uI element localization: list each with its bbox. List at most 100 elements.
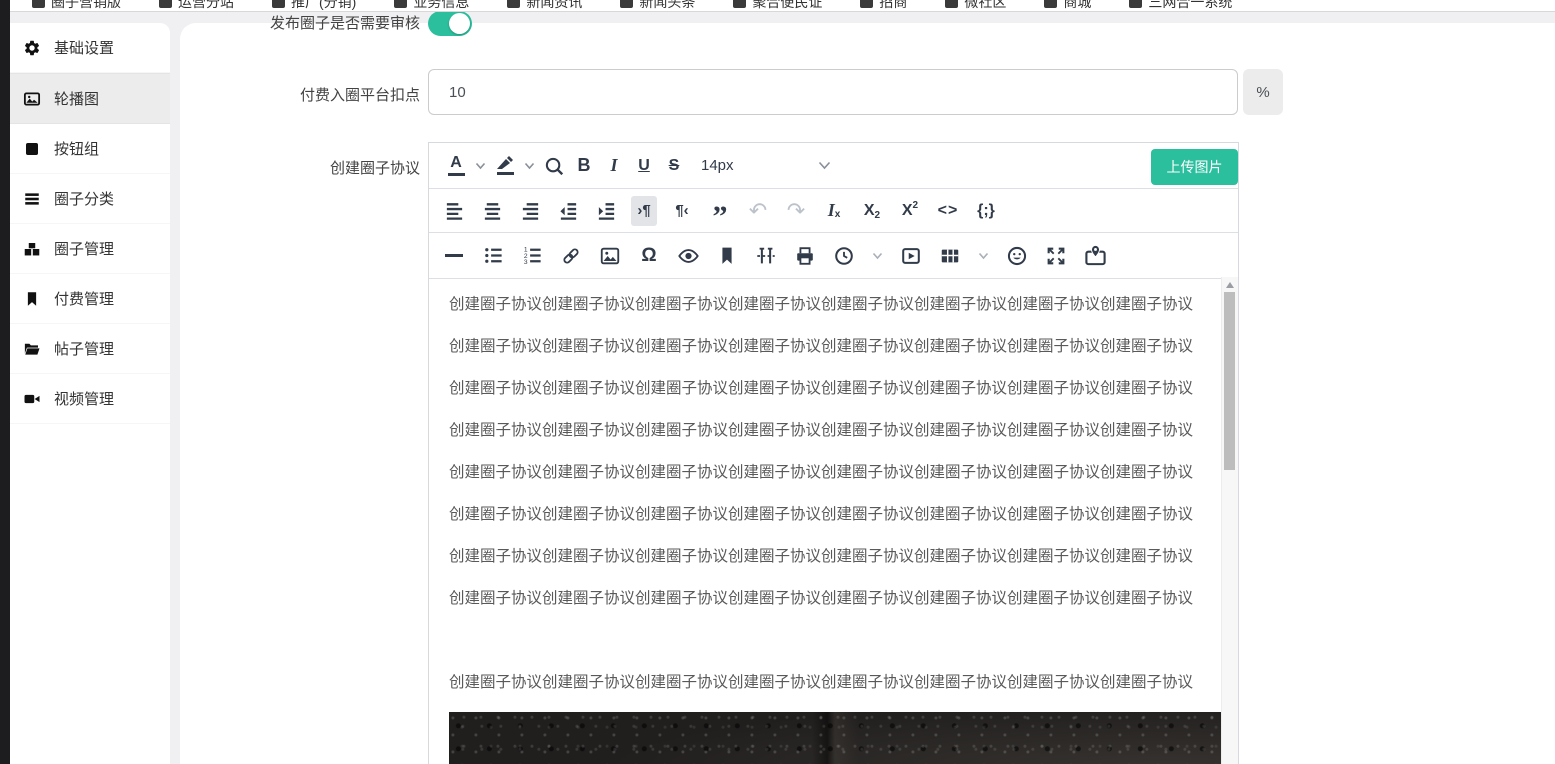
editor-paragraph[interactable]: 创建圈子协议创建圈子协议创建圈子协议创建圈子协议创建圈子协议创建圈子协议创建圈子… bbox=[449, 586, 1214, 612]
admin-screen: 圈子营销版 运营分站 推广(分销) 业务信息 新闻资讯 新闻头条 聚合便民证 招… bbox=[0, 0, 1555, 764]
print-button[interactable] bbox=[792, 241, 818, 271]
editor-toolbar-3: 123 Ω bbox=[429, 233, 1238, 279]
outdent-button[interactable] bbox=[555, 196, 581, 226]
chevron-down-icon[interactable] bbox=[475, 162, 486, 170]
sidebar-item-circle-category[interactable]: 圈子分类 bbox=[10, 174, 170, 224]
list-bars-icon bbox=[23, 190, 41, 208]
sidebar-item-label: 帖子管理 bbox=[54, 341, 115, 358]
bookmark-icon bbox=[23, 290, 41, 308]
datetime-button[interactable] bbox=[831, 241, 857, 271]
nav-item-1[interactable]: 运营分站 bbox=[159, 0, 234, 11]
nav-item-5[interactable]: 新闻头条 bbox=[620, 0, 695, 11]
nav-item-0[interactable]: 圈子营销版 bbox=[32, 0, 121, 11]
clear-format-button[interactable]: Ix bbox=[821, 196, 847, 226]
editor-scrollbar[interactable] bbox=[1221, 277, 1238, 764]
fullscreen-button[interactable] bbox=[1043, 241, 1069, 271]
chevron-down-icon[interactable] bbox=[524, 162, 535, 170]
numbered-list-icon: 123 bbox=[523, 247, 541, 266]
deduction-input[interactable] bbox=[428, 69, 1238, 115]
preview-eye-icon bbox=[677, 248, 699, 263]
sidebar-item-video-management[interactable]: 视频管理 bbox=[10, 374, 170, 424]
emoji-button[interactable] bbox=[1004, 241, 1030, 271]
deduction-label: 付费入圈平台扣点 bbox=[299, 87, 420, 104]
nav-label: 新闻头条 bbox=[639, 0, 696, 10]
nav-item-6[interactable]: 聚合便民证 bbox=[733, 0, 822, 11]
nav-item-2[interactable]: 推广(分销) bbox=[272, 0, 356, 11]
insert-video-button[interactable] bbox=[898, 241, 924, 271]
table-button[interactable] bbox=[937, 241, 963, 271]
sidebar-item-button-group[interactable]: 按钮组 bbox=[10, 124, 170, 174]
indent-button[interactable] bbox=[593, 196, 619, 226]
insert-image-button[interactable] bbox=[597, 241, 623, 271]
code-block-button[interactable]: {;} bbox=[973, 196, 999, 226]
blockquote-button[interactable]: ” bbox=[707, 196, 733, 233]
preview-button[interactable] bbox=[675, 241, 701, 271]
nav-icon bbox=[860, 0, 874, 8]
sidebar-item-post-management[interactable]: 帖子管理 bbox=[10, 324, 170, 374]
upload-image-button[interactable]: 上传图片 bbox=[1151, 149, 1238, 185]
undo-button[interactable]: ↶ bbox=[745, 196, 771, 226]
anchor-bookmark-button[interactable] bbox=[714, 241, 740, 271]
ltr-paragraph-button[interactable]: ›¶ bbox=[631, 195, 657, 226]
strikethrough-button[interactable]: S bbox=[661, 151, 687, 181]
editor-paragraph[interactable] bbox=[449, 628, 1214, 654]
svg-text:3: 3 bbox=[523, 259, 527, 266]
search-button[interactable] bbox=[541, 151, 567, 181]
editor-paragraph[interactable]: 创建圈子协议创建圈子协议创建圈子协议创建圈子协议创建圈子协议创建圈子协议创建圈子… bbox=[449, 376, 1214, 402]
scrollbar-up-arrow-icon[interactable] bbox=[1226, 282, 1234, 288]
horizontal-rule-button[interactable] bbox=[441, 241, 467, 271]
audit-toggle-switch[interactable] bbox=[428, 11, 472, 36]
font-color-button[interactable]: A bbox=[443, 151, 469, 181]
content-image-dark-texture[interactable] bbox=[449, 712, 1221, 764]
sidebar-item-carousel[interactable]: 轮播图 bbox=[10, 73, 170, 124]
italic-button[interactable]: I bbox=[601, 151, 627, 181]
editor-paragraphs: 创建圈子协议创建圈子协议创建圈子协议创建圈子协议创建圈子协议创建圈子协议创建圈子… bbox=[449, 292, 1214, 696]
blockquote-icon: ” bbox=[712, 199, 728, 233]
nav-item-8[interactable]: 微社区 bbox=[945, 0, 1006, 11]
sidebar-item-payment-management[interactable]: 付费管理 bbox=[10, 274, 170, 324]
bold-button[interactable]: B bbox=[571, 151, 597, 181]
underline-button[interactable]: U bbox=[631, 151, 657, 181]
editor-content[interactable]: 创建圈子协议创建圈子协议创建圈子协议创建圈子协议创建圈子协议创建圈子协议创建圈子… bbox=[429, 277, 1222, 764]
editor-paragraph[interactable]: 创建圈子协议创建圈子协议创建圈子协议创建圈子协议创建圈子协议创建圈子协议创建圈子… bbox=[449, 670, 1214, 696]
nav-item-10[interactable]: 三网合一系统 bbox=[1129, 0, 1232, 11]
editor-paragraph[interactable]: 创建圈子协议创建圈子协议创建圈子协议创建圈子协议创建圈子协议创建圈子协议创建圈子… bbox=[449, 502, 1214, 528]
redo-icon: ↷ bbox=[786, 197, 806, 223]
location-map-button[interactable] bbox=[1082, 241, 1108, 271]
chevron-down-icon[interactable] bbox=[872, 252, 883, 260]
chevron-down-icon[interactable] bbox=[978, 252, 989, 260]
redo-button[interactable]: ↷ bbox=[783, 196, 809, 226]
editor-paragraph[interactable]: 创建圈子协议创建圈子协议创建圈子协议创建圈子协议创建圈子协议创建圈子协议创建圈子… bbox=[449, 292, 1214, 318]
nav-item-3[interactable]: 业务信息 bbox=[394, 0, 469, 11]
editor-paragraph[interactable]: 创建圈子协议创建圈子协议创建圈子协议创建圈子协议创建圈子协议创建圈子协议创建圈子… bbox=[449, 544, 1214, 570]
align-left-button[interactable] bbox=[441, 196, 467, 226]
nav-item-7[interactable]: 招商 bbox=[860, 0, 907, 11]
sidebar-item-circle-management[interactable]: 圈子管理 bbox=[10, 224, 170, 274]
scrollbar-thumb[interactable] bbox=[1224, 292, 1235, 470]
nav-label: 圈子营销版 bbox=[51, 0, 121, 10]
location-map-icon bbox=[1084, 244, 1106, 266]
button-square-icon bbox=[23, 140, 41, 158]
inline-code-button[interactable]: <> bbox=[935, 196, 961, 226]
font-size-value: 14px bbox=[701, 157, 734, 174]
bullet-list-button[interactable] bbox=[480, 241, 506, 271]
subscript-button[interactable]: X2 bbox=[859, 196, 885, 226]
page-break-button[interactable] bbox=[753, 241, 779, 271]
nav-item-9[interactable]: 商城 bbox=[1044, 0, 1091, 11]
nav-item-4[interactable]: 新闻资讯 bbox=[507, 0, 582, 11]
editor-paragraph[interactable]: 创建圈子协议创建圈子协议创建圈子协议创建圈子协议创建圈子协议创建圈子协议创建圈子… bbox=[449, 460, 1214, 486]
editor-paragraph[interactable]: 创建圈子协议创建圈子协议创建圈子协议创建圈子协议创建圈子协议创建圈子协议创建圈子… bbox=[449, 334, 1214, 360]
sidebar-item-basic-settings[interactable]: 基础设置 bbox=[10, 23, 170, 73]
nav-label: 推广(分销) bbox=[291, 0, 357, 10]
align-center-button[interactable] bbox=[479, 196, 505, 226]
highlight-pen-button[interactable] bbox=[492, 151, 518, 181]
link-button[interactable] bbox=[558, 241, 584, 271]
editor-paragraph[interactable]: 创建圈子协议创建圈子协议创建圈子协议创建圈子协议创建圈子协议创建圈子协议创建圈子… bbox=[449, 418, 1214, 444]
font-size-select[interactable]: 14px bbox=[701, 157, 833, 174]
special-char-button[interactable]: Ω bbox=[636, 241, 662, 271]
rtl-paragraph-button[interactable]: ¶‹ bbox=[669, 196, 695, 226]
numbered-list-button[interactable]: 123 bbox=[519, 241, 545, 271]
align-right-button[interactable] bbox=[517, 196, 543, 226]
align-left-icon bbox=[446, 203, 462, 220]
superscript-button[interactable]: X2 bbox=[897, 196, 923, 226]
